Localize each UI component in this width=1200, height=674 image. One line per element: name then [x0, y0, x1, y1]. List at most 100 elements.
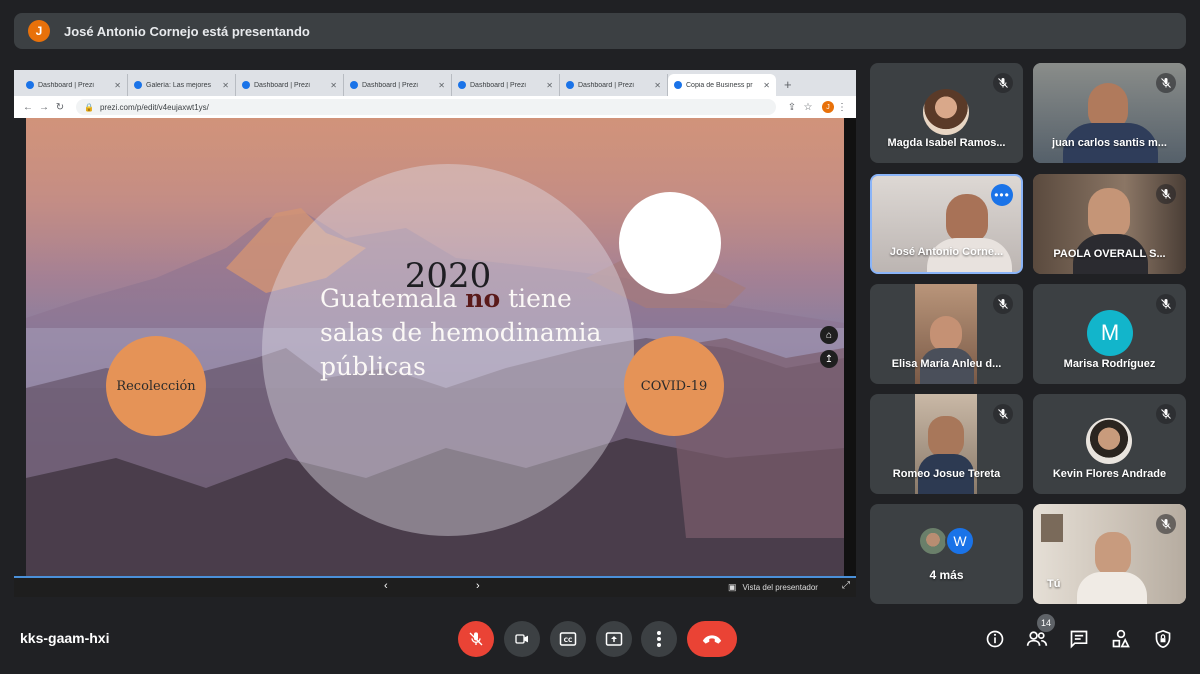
muted-mic-icon	[1156, 184, 1176, 204]
leave-call-button[interactable]	[687, 621, 737, 657]
new-tab-icon[interactable]: +	[776, 77, 800, 96]
address-bar: ← → ↻ 🔒 prezi.com/p/edit/v4eujaxwt1ys/ ⇪…	[14, 96, 856, 118]
present-now-button[interactable]	[596, 621, 632, 657]
more-options-icon[interactable]: •••	[991, 184, 1013, 206]
muted-mic-icon	[993, 73, 1013, 93]
back-icon[interactable]: ←	[20, 102, 36, 113]
circle-covid[interactable]: COVID-19	[624, 336, 724, 436]
camera-icon	[515, 634, 528, 644]
prezi-slide: 2020 Guatemala no tiene salas de hemodin…	[26, 118, 844, 576]
circle-empty[interactable]	[619, 192, 721, 294]
browser-tab[interactable]: Dashboard | Prezi ✕	[20, 74, 128, 96]
slide-main-text: Guatemala no tiene salas de hemodinamia …	[320, 284, 602, 381]
prezi-favicon-icon	[566, 81, 574, 89]
camera-toggle-button[interactable]	[504, 621, 540, 657]
prezi-favicon-icon	[674, 81, 682, 89]
mic-off-icon	[469, 632, 483, 646]
participant-tile[interactable]: Magda Isabel Ramos...	[870, 63, 1023, 163]
prezi-favicon-icon	[134, 81, 142, 89]
participant-count-badge: 14	[1037, 614, 1055, 632]
prezi-favicon-icon	[26, 81, 34, 89]
participant-avatar: W	[945, 526, 975, 556]
participant-tile[interactable]: Romeo Josue Tereta	[870, 394, 1023, 494]
star-icon[interactable]: ☆	[800, 102, 816, 113]
fullscreen-icon[interactable]: ⤢	[842, 580, 850, 591]
highlight-word: no	[465, 284, 501, 313]
muted-mic-icon	[993, 294, 1013, 314]
browser-tab[interactable]: Dashboard | Prezi ✕	[344, 74, 452, 96]
prezi-favicon-icon	[350, 81, 358, 89]
muted-mic-icon	[1156, 73, 1176, 93]
browser-tab[interactable]: Dashboard | Prezi ✕	[560, 74, 668, 96]
more-participants-tile[interactable]: W 4 más	[870, 504, 1023, 604]
next-slide-icon[interactable]: ›	[476, 580, 480, 592]
participant-video	[930, 316, 962, 352]
participant-tile[interactable]: Elisa María Anleu d...	[870, 284, 1023, 384]
prezi-favicon-icon	[242, 81, 250, 89]
activities-icon	[1112, 629, 1130, 648]
present-screen-icon	[605, 632, 623, 646]
participant-tile[interactable]: Kevin Flores Andrade	[1033, 394, 1186, 494]
close-tab-icon[interactable]: ✕	[114, 81, 121, 90]
muted-mic-icon	[1156, 514, 1176, 534]
participant-photo	[1086, 418, 1132, 464]
meeting-details-button[interactable]	[983, 627, 1007, 651]
lock-icon: 🔒	[84, 102, 94, 112]
url-text: prezi.com/p/edit/v4eujaxwt1ys/	[99, 102, 209, 112]
info-icon	[986, 630, 1004, 648]
close-tab-icon[interactable]: ✕	[654, 81, 661, 90]
participant-photo	[918, 526, 948, 556]
presenter-view-button[interactable]: ▣ Vista del presentador	[728, 582, 818, 593]
presentation-controls: ‹ › ▣ Vista del presentador ⤢	[14, 576, 856, 597]
prezi-favicon-icon	[458, 81, 466, 89]
chat-button[interactable]	[1067, 627, 1091, 651]
presenting-banner: J José Antonio Cornejo está presentando	[14, 13, 1186, 49]
forward-icon[interactable]: →	[36, 102, 52, 113]
participant-tile-active[interactable]: ••• José Antonio Corne...	[870, 174, 1023, 274]
zoom-out-icon[interactable]: ↥	[820, 350, 838, 368]
activities-button[interactable]	[1109, 627, 1133, 651]
hang-up-icon	[702, 635, 722, 644]
participant-video	[1088, 188, 1130, 238]
mic-toggle-button[interactable]	[458, 621, 494, 657]
muted-mic-icon	[1156, 294, 1176, 314]
self-video	[1095, 532, 1131, 576]
shared-screen: Dashboard | Prezi ✕ Galería: Las mejores ✕…	[14, 70, 856, 597]
close-tab-icon[interactable]: ✕	[763, 81, 770, 90]
browser-profile-avatar[interactable]: J	[822, 101, 834, 113]
home-icon[interactable]: ⌂	[820, 326, 838, 344]
progress-bar	[14, 576, 856, 578]
participant-tile[interactable]: PAOLA OVERALL S...	[1033, 174, 1186, 274]
meeting-code[interactable]: kks-gaam-hxi	[20, 630, 109, 646]
url-field[interactable]: 🔒 prezi.com/p/edit/v4eujaxwt1ys/	[76, 99, 776, 115]
presenting-text: José Antonio Cornejo está presentando	[64, 23, 310, 39]
close-tab-icon[interactable]: ✕	[222, 81, 229, 90]
circle-recoleccion[interactable]: Recolección	[106, 336, 206, 436]
share-icon[interactable]: ⇪	[784, 102, 800, 113]
browser-tab[interactable]: Dashboard | Prezi ✕	[236, 74, 344, 96]
close-tab-icon[interactable]: ✕	[546, 81, 553, 90]
participant-tile[interactable]: juan carlos santis m...	[1033, 63, 1186, 163]
more-options-button[interactable]	[641, 621, 677, 657]
muted-mic-icon	[993, 404, 1013, 424]
browser-menu-icon[interactable]: ⋮	[834, 102, 850, 113]
participant-tile[interactable]: M Marisa Rodríguez	[1033, 284, 1186, 384]
muted-mic-icon	[1156, 404, 1176, 424]
close-tab-icon[interactable]: ✕	[330, 81, 337, 90]
browser-tab-active[interactable]: Copia de Business pr ✕	[668, 74, 776, 96]
browser-tab[interactable]: Dashboard | Prezi ✕	[452, 74, 560, 96]
browser-tab[interactable]: Galería: Las mejores ✕	[128, 74, 236, 96]
presenter-view-icon: ▣	[728, 582, 737, 592]
self-tile[interactable]: Tú	[1033, 504, 1186, 604]
reload-icon[interactable]: ↻	[52, 102, 68, 113]
svg-text:CC: CC	[564, 637, 573, 644]
close-tab-icon[interactable]: ✕	[438, 81, 445, 90]
prev-slide-icon[interactable]: ‹	[384, 580, 388, 592]
captions-button[interactable]: CC	[550, 621, 586, 657]
people-icon	[1026, 631, 1048, 646]
participant-video	[946, 194, 988, 242]
more-vert-icon	[657, 631, 661, 647]
host-controls-button[interactable]	[1151, 627, 1175, 651]
participant-photo	[923, 89, 969, 135]
captions-icon: CC	[559, 632, 577, 646]
